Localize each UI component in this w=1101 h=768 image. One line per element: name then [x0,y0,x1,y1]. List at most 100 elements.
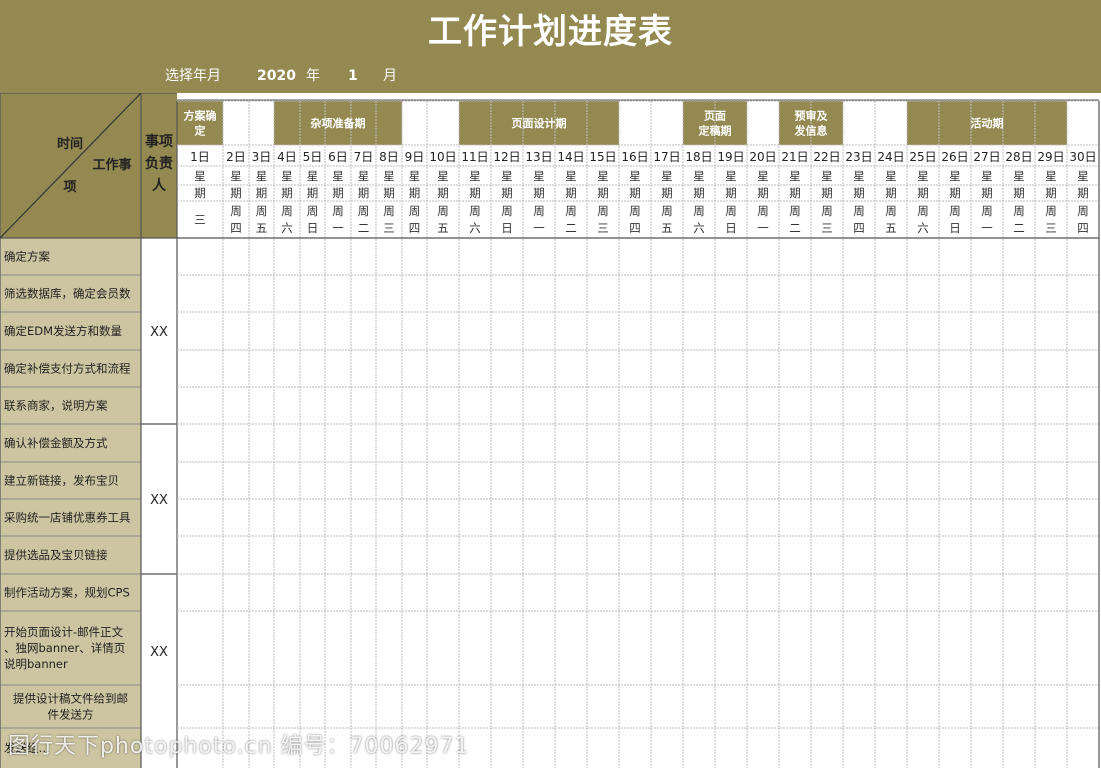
weekday-label: 周 [281,204,293,218]
weekday-label: 周 [1077,204,1089,218]
weekday-label: 周 [853,204,865,218]
day-number: 10日 [429,150,456,164]
corner-item-label-2: 项 [63,180,76,195]
weekday-label: 四 [853,221,865,235]
task-label: 开始页面设计-邮件正文 [4,625,124,639]
page-title: 工作计划进度表 [428,12,673,52]
week-label: 期 [917,186,929,200]
week-label: 星 [1077,169,1089,183]
weekday-label: 五 [437,221,449,235]
weekday-label: 周 [409,204,421,218]
week-label: 星 [789,169,801,183]
week-label: 星 [307,169,319,183]
week-label: 星 [383,169,395,183]
day-number: 29日 [1037,150,1064,164]
week-label: 期 [1045,186,1057,200]
day-number: 25日 [909,150,936,164]
week-label: 期 [885,186,897,200]
weekday-label: 周 [358,204,370,218]
weekday-label: 周 [1045,204,1057,218]
day-number: 5日 [303,150,323,164]
day-number: 21日 [781,150,808,164]
day-number: 12日 [493,150,520,164]
owner-name: XX [150,325,168,340]
week-label: 星 [409,169,421,183]
day-number: 4日 [277,150,297,164]
weekday-label: 一 [533,221,545,235]
weekday-label: 周 [981,204,993,218]
weekday-label: 日 [725,221,737,235]
weekday-label: 周 [332,204,344,218]
week-label: 期 [949,186,961,200]
week-label: 星 [469,169,481,183]
day-number: 1日 [190,150,210,164]
day-number: 3日 [252,150,272,164]
week-label: 期 [383,186,395,200]
weekday-label: 周 [597,204,609,218]
phase-cell [177,101,223,145]
weekday-label: 周 [725,204,737,218]
weekday-label: 五 [885,221,897,235]
weekday-label: 四 [230,221,242,235]
weekday-label: 周 [437,204,449,218]
phase-label: 活动期 [971,116,1004,130]
week-label: 期 [853,186,865,200]
weekday-label: 日 [949,221,961,235]
week-label: 星 [194,169,206,183]
task-label: 确定方案 [4,250,50,264]
weekday-label: 三 [194,213,206,227]
week-label: 星 [725,169,737,183]
day-number: 19日 [717,150,744,164]
week-label: 期 [1013,186,1025,200]
task-label: 提供选品及宝贝链接 [4,548,108,562]
weekday-label: 周 [1013,204,1025,218]
task-label: 说明banner [4,657,68,671]
weekday-label: 一 [757,221,769,235]
weekday-label: 四 [409,221,421,235]
week-label: 星 [358,169,370,183]
day-number: 6日 [328,150,348,164]
weekday-label: 三 [383,221,395,235]
task-label: 提供设计稿文件给到邮 [13,692,128,706]
week-label: 星 [1045,169,1057,183]
day-number: 2日 [226,150,246,164]
week-label: 星 [230,169,242,183]
week-label: 星 [1013,169,1025,183]
schedule-grid: 时间工作事项 事项负责人 方案确定 杂项准备期 页面设计期 页面定稿期 预审及发信息 活动期 1… [0,93,1100,768]
weekday-label: 周 [885,204,897,218]
week-label: 星 [437,169,449,183]
week-label: 期 [281,186,293,200]
week-label: 期 [629,186,641,200]
day-number: 23日 [845,150,872,164]
weekday-label: 三 [821,221,833,235]
week-label: 期 [409,186,421,200]
week-label: 期 [661,186,673,200]
weekday-label: 周 [256,204,268,218]
day-number: 13日 [525,150,552,164]
week-label: 星 [565,169,577,183]
phase-label: 页面 [704,109,726,122]
weekday-label: 日 [501,221,513,235]
title-banner: 工作计划进度表 选择年月 2020 年 1 月 [0,0,1101,93]
week-label: 期 [597,186,609,200]
week-label: 期 [437,186,449,200]
day-number: 17日 [653,150,680,164]
week-label: 期 [725,186,737,200]
weekday-label: 六 [693,221,705,235]
day-number: 8日 [379,150,399,164]
phase-label: 定稿期 [699,123,732,137]
week-label: 星 [501,169,513,183]
year-value[interactable]: 2020 [257,66,296,86]
week-label: 星 [949,169,961,183]
weekday-label: 周 [383,204,395,218]
month-value[interactable]: 1 [348,66,358,86]
day-number: 30日 [1069,150,1096,164]
week-label: 期 [332,186,344,200]
week-label: 星 [629,169,641,183]
week-label: 星 [917,169,929,183]
weekday-label: 五 [256,221,268,235]
day-number: 28日 [1005,150,1032,164]
owner-name: XX [150,645,168,660]
watermark-text: 图行天下photophoto.cn 编号：70062971 [8,734,470,759]
week-label: 期 [693,186,705,200]
